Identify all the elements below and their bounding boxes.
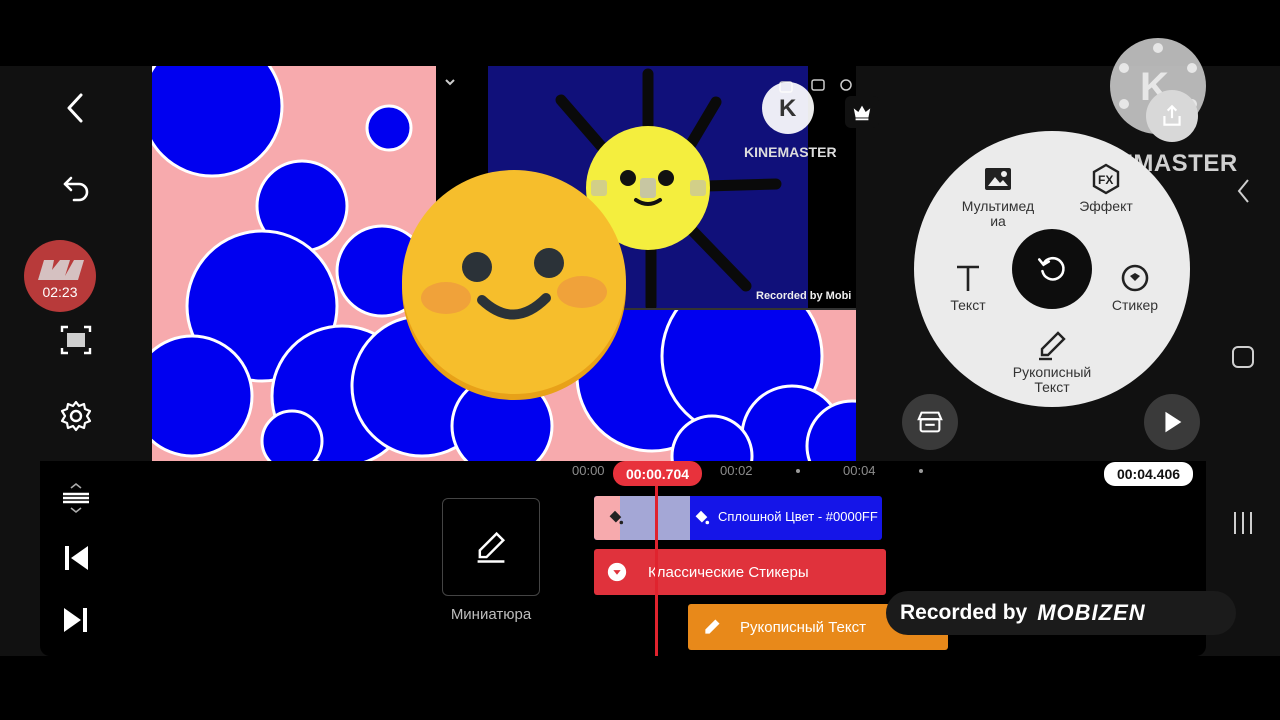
asset-store-button[interactable] <box>902 394 958 450</box>
sticker-icon <box>607 562 627 582</box>
settings-button[interactable] <box>48 388 104 444</box>
jump-end-button[interactable] <box>48 592 104 648</box>
playhead[interactable] <box>655 486 658 656</box>
nav-home-icon[interactable] <box>1232 346 1254 368</box>
video-recorded-label: Recorded by Mobi <box>756 290 852 302</box>
wheel-handwriting-button[interactable]: Рукописный Текст <box>1002 329 1102 395</box>
clip-stickers[interactable]: Классические Стикеры <box>594 549 886 595</box>
screen: 02:23 K KINEMASTER Recorded by Mobi K KI… <box>0 0 1280 720</box>
clip-solid-color[interactable]: Сплошной Цвет - #0000FF <box>594 496 882 540</box>
sticker-icon <box>1121 264 1149 292</box>
play-button[interactable] <box>1144 394 1200 450</box>
nav-recents-icon[interactable] <box>1230 510 1256 536</box>
wheel-text-label: Текст <box>950 297 986 313</box>
pencil-icon <box>477 531 506 563</box>
paint-bucket-icon <box>695 510 710 525</box>
clip-stickers-label: Классические Стикеры <box>648 564 809 581</box>
undo-button[interactable] <box>48 158 104 214</box>
crown-icon <box>853 105 871 121</box>
media-wheel: Мультимед иа FX Эффект Текст Стикер Руко… <box>914 131 1190 407</box>
wheel-handwriting-label: Рукописный Текст <box>1012 364 1092 395</box>
fx-icon: FX <box>1092 163 1120 195</box>
skip-start-icon <box>65 546 88 570</box>
total-duration: 00:04.406 <box>1104 462 1193 486</box>
svg-text:FX: FX <box>1098 173 1113 187</box>
mobizen-wordmark: MOBIZEN <box>1037 600 1146 625</box>
wheel-media-button[interactable]: Мультимед иа <box>952 163 1044 229</box>
thumbnail-button[interactable] <box>442 498 540 596</box>
gear-icon <box>60 400 92 432</box>
chevron-left-icon <box>67 93 83 123</box>
smiley-sticker[interactable] <box>396 166 636 406</box>
current-time: 00:00.704 <box>613 461 702 486</box>
recorder-time: 02:23 <box>42 284 78 300</box>
wheel-effect-label: Эффект <box>1079 198 1133 214</box>
share-button[interactable] <box>1146 90 1198 142</box>
store-icon <box>917 411 943 433</box>
aspect-ratio-button[interactable] <box>48 312 104 368</box>
timeline-layout-button[interactable] <box>48 470 104 526</box>
expand-tracks-icon <box>63 482 89 514</box>
wheel-reset-button[interactable] <box>1012 229 1092 309</box>
ruler-tick-0: 00:00 <box>572 463 605 478</box>
ruler-dot <box>919 469 923 473</box>
rotate-icon <box>1037 256 1065 281</box>
wheel-effect-button[interactable]: FX Эффект <box>1070 163 1142 214</box>
nav-back-icon[interactable] <box>1234 176 1254 206</box>
clip-solid-label: Сплошной Цвет - #0000FF <box>718 509 878 524</box>
clip-handwriting-label: Рукописный Текст <box>740 619 866 636</box>
svg-text:K: K <box>779 95 797 122</box>
text-icon <box>957 265 979 291</box>
paint-bucket-icon <box>609 510 624 525</box>
recorded-by-banner: Recorded by MOBIZEN <box>886 591 1236 635</box>
mobizen-logo-icon <box>38 260 84 280</box>
image-icon <box>985 168 1011 190</box>
wheel-sticker-label: Стикер <box>1111 297 1159 313</box>
pen-icon <box>705 619 720 634</box>
pen-icon <box>1039 331 1066 361</box>
premium-button[interactable] <box>845 96 879 128</box>
thumbnail-label: Миниатюра <box>450 606 532 623</box>
wheel-media-label: Мультимед иа <box>961 198 1035 229</box>
wheel-sticker-button[interactable]: Стикер <box>1100 262 1170 313</box>
ruler-tick-4: 00:04 <box>843 463 876 478</box>
ruler-dot <box>796 469 800 473</box>
skip-end-icon <box>64 608 87 632</box>
wheel-text-button[interactable]: Текст <box>938 262 998 313</box>
recorder-bubble[interactable]: 02:23 <box>24 240 96 312</box>
video-brand-label: KINEMASTER <box>744 144 837 160</box>
back-button[interactable] <box>48 80 104 136</box>
jump-start-button[interactable] <box>48 530 104 586</box>
play-icon <box>1165 411 1182 433</box>
ruler-tick-2: 00:02 <box>720 463 753 478</box>
undo-icon <box>63 176 89 202</box>
frame-icon <box>60 325 92 355</box>
share-icon <box>1163 104 1181 126</box>
recorded-by-text: Recorded by <box>900 601 1028 624</box>
